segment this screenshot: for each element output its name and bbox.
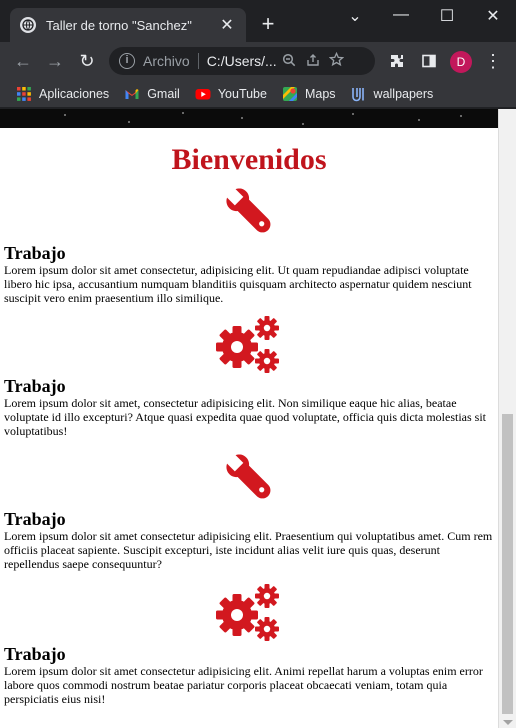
page-scrollbar[interactable] (498, 109, 516, 728)
bookmark-label: YouTube (217, 86, 267, 101)
work-section: Trabajo Lorem ipsum dolor sit amet conse… (4, 182, 494, 305)
gmail-icon (124, 86, 140, 102)
page-viewport: Bienvenidos Trabajo Lorem ipsum dolor si… (0, 109, 516, 728)
forward-button[interactable]: → (44, 50, 66, 72)
bookmark-aplicaciones[interactable]: Aplicaciones (16, 86, 109, 102)
bookmark-label: Gmail (147, 86, 180, 101)
bookmark-wallpapers[interactable]: wallpapers (351, 86, 434, 102)
page-title: Bienvenidos (171, 143, 327, 176)
browser-menu-icon[interactable]: ⋮ (482, 50, 504, 72)
section-heading: Trabajo (4, 243, 66, 263)
section-heading: Trabajo (4, 376, 66, 396)
tab-title: Taller de torno "Sanchez" (46, 17, 192, 33)
share-icon[interactable] (301, 53, 325, 70)
new-tab-button[interactable]: + (256, 12, 280, 36)
minimize-button[interactable]: — (386, 6, 416, 24)
work-section: Trabajo Lorem ipsum dolor sit amet conse… (4, 448, 494, 571)
bookmark-youtube[interactable]: YouTube (195, 86, 267, 102)
section-text: Lorem ipsum dolor sit amet consectetur a… (4, 664, 483, 706)
section-text: Lorem ipsum dolor sit amet, consectetur … (4, 396, 486, 438)
wrench-icon (219, 448, 279, 506)
address-divider (197, 53, 199, 69)
bookmark-maps[interactable]: Maps (282, 86, 336, 102)
tab-search-icon[interactable]: ⌄ (340, 6, 370, 26)
wallpapers-icon (351, 86, 367, 102)
section-heading: Trabajo (4, 644, 66, 664)
section-text: Lorem ipsum dolor sit amet consectetur, … (4, 263, 472, 305)
page-content: Bienvenidos Trabajo Lorem ipsum dolor si… (0, 128, 498, 728)
section-icon-row (4, 583, 494, 641)
title-bar: Taller de torno "Sanchez" ✕ + ⌄ — ☐ ✕ (0, 0, 516, 42)
youtube-icon (195, 86, 211, 102)
extensions-icon[interactable] (386, 50, 408, 72)
url-text[interactable]: C:/Users/... (207, 53, 277, 69)
header-banner-image (0, 109, 498, 128)
bookmark-label: Aplicaciones (39, 86, 110, 101)
work-section: Trabajo Lorem ipsum dolor sit amet, cons… (4, 315, 494, 438)
section-icon-row (4, 448, 494, 506)
gears-icon (215, 315, 283, 373)
bookmark-label: Maps (304, 86, 336, 101)
wrench-icon (219, 182, 279, 240)
address-bar[interactable]: i Archivo C:/Users/... (109, 47, 375, 75)
section-icon-row (4, 182, 494, 240)
apps-grid-icon (16, 86, 32, 102)
scroll-down-arrow-icon[interactable] (503, 720, 513, 725)
bookmarks-bar: Aplicaciones Gmail YouTube Maps wallpape… (0, 80, 516, 108)
security-label: Archivo (143, 53, 190, 69)
maximize-button[interactable]: ☐ (432, 6, 462, 26)
section-icon-row (4, 315, 494, 373)
active-tab[interactable]: Taller de torno "Sanchez" ✕ (10, 8, 246, 42)
side-panel-icon[interactable] (418, 50, 440, 72)
profile-avatar[interactable]: D (450, 51, 472, 73)
work-section: Trabajo Lorem ipsum dolor sit amet conse… (4, 583, 494, 706)
scrollbar-thumb[interactable] (502, 414, 513, 714)
bookmark-gmail[interactable]: Gmail (124, 86, 180, 102)
info-icon[interactable]: i (119, 53, 135, 69)
tab-close-icon[interactable]: ✕ (218, 15, 236, 35)
maps-icon (282, 86, 298, 102)
reload-button[interactable]: ↻ (76, 50, 98, 72)
section-text: Lorem ipsum dolor sit amet consectetur a… (4, 529, 493, 571)
back-button[interactable]: ← (12, 50, 34, 72)
globe-icon (20, 17, 36, 33)
zoom-icon[interactable] (277, 53, 301, 70)
gears-icon (215, 583, 283, 641)
bookmark-label: wallpapers (373, 86, 434, 101)
section-heading: Trabajo (4, 509, 66, 529)
close-window-button[interactable]: ✕ (478, 6, 508, 26)
browser-toolbar: ← → ↻ i Archivo C:/Users/... D ⋮ (0, 42, 516, 80)
bookmark-star-icon[interactable] (325, 51, 349, 70)
